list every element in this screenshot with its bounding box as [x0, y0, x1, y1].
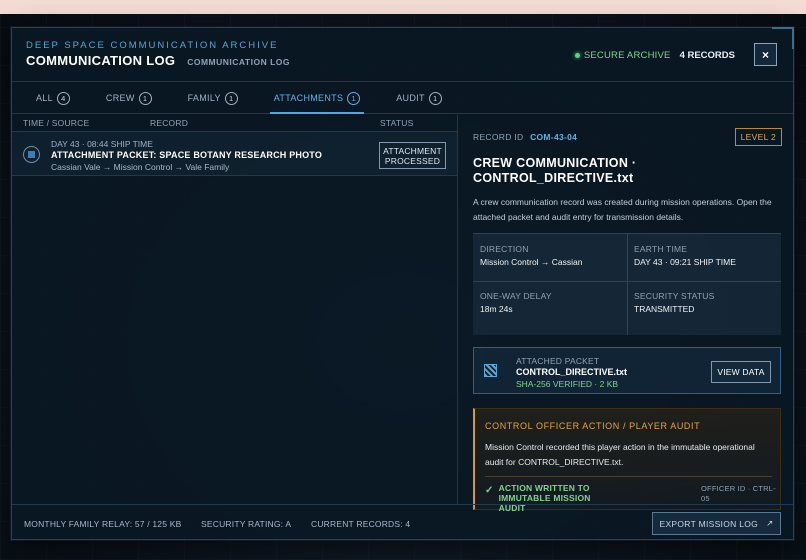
file-icon [484, 364, 497, 377]
tab-audit-label: AUDIT [396, 93, 425, 103]
window-header: DEEP SPACE COMMUNICATION ARCHIVE COMMUNI… [12, 28, 793, 82]
attached-packet: ATTACHED PACKET CONTROL_DIRECTIVE.txt SH… [473, 347, 781, 394]
packet-label: ATTACHED PACKET [516, 356, 600, 366]
close-button[interactable]: × [754, 43, 777, 66]
field-one-way-delay: ONE-WAY DELAY 18m 24s [473, 281, 627, 318]
record-list-header: TIME / SOURCE RECORD STATUS [12, 115, 457, 132]
packet-filename: CONTROL_DIRECTIVE.txt [516, 367, 628, 377]
field-earth-time: EARTH TIME DAY 43 · 09:21 SHIP TIME [627, 234, 781, 271]
communication-log-window: DEEP SPACE COMMUNICATION ARCHIVE COMMUNI… [11, 27, 794, 540]
column-status: STATUS [380, 118, 414, 128]
field-security-status: SECURITY STATUS TRANSMITTED [627, 281, 781, 318]
table-row[interactable]: DAY 43 · 08:44 SHIP TIME ATTACHMENT PACK… [12, 132, 457, 176]
level-badge: LEVEL 2 [734, 128, 782, 146]
field-value: Mission Control → Cassian [480, 257, 583, 267]
officer-audit-panel: CONTROL OFFICER ACTION / PLAYER AUDIT Mi… [473, 408, 781, 513]
field-direction: DIRECTION Mission Control → Cassian [473, 234, 627, 271]
page-subtitle: COMMUNICATION LOG [187, 57, 290, 67]
tab-all[interactable]: ALL 4 [36, 83, 70, 113]
field-label: EARTH TIME [634, 244, 688, 254]
column-record: RECORD [150, 118, 189, 128]
page-title: COMMUNICATION LOG COMMUNICATION LOG [26, 53, 290, 68]
current-records: CURRENT RECORDS: 4 [311, 519, 411, 529]
row-select-icon[interactable] [23, 146, 40, 163]
records-count: 4 RECORDS [679, 50, 735, 61]
detail-fields: DIRECTION Mission Control → Cassian EART… [473, 233, 781, 335]
external-link-icon: ↗ [766, 518, 774, 528]
tab-attachments-label: ATTACHMENTS [273, 93, 344, 103]
view-data-button[interactable]: VIEW DATA [711, 361, 771, 383]
status-dot-icon [574, 53, 580, 58]
tab-audit[interactable]: AUDIT 1 [396, 83, 442, 113]
detail-description: A crew communication record was created … [473, 197, 772, 222]
page-title-text: COMMUNICATION LOG [26, 53, 176, 68]
tab-family-label: FAMILY [187, 93, 221, 103]
row-time: DAY 43 · 08:44 SHIP TIME [51, 139, 153, 149]
tab-crew-count: 1 [138, 91, 152, 105]
tab-all-label: ALL [36, 93, 53, 103]
record-id-value: COM-43-04 [530, 132, 578, 142]
security-rating: SECURITY RATING: A [201, 519, 292, 529]
tab-family[interactable]: FAMILY 1 [188, 83, 238, 113]
secure-archive-status: SECURE ARCHIVE 4 RECORDS [574, 50, 735, 61]
relay-usage: MONTHLY FAMILY RELAY: 57 / 125 KB [24, 519, 182, 529]
export-label: EXPORT MISSION LOG [659, 518, 759, 529]
officer-text: Mission Control recorded this player act… [485, 442, 755, 467]
row-route: Cassian Vale → Mission Control → Vale Fa… [51, 162, 230, 172]
status-badge: ATTACHMENT PROCESSED [379, 142, 446, 169]
tab-crew-label: CREW [105, 93, 135, 103]
record-id-label: RECORD ID [473, 132, 524, 142]
field-label: ONE-WAY DELAY [480, 291, 552, 301]
officer-heading: CONTROL OFFICER ACTION / PLAYER AUDIT [485, 421, 701, 431]
packet-verification: SHA-256 VERIFIED · 2 KB [516, 379, 619, 389]
top-strip [0, 0, 806, 14]
record-detail: RECORD ID COM-43-04 LEVEL 2 CREW COMMUNI… [459, 115, 794, 513]
tab-attachments-count: 1 [347, 91, 361, 105]
tab-all-count: 4 [56, 91, 70, 105]
filter-tabs: ALL 4 CREW 1 FAMILY 1 ATTACHMENTS 1 AUDI… [12, 83, 793, 114]
record-list: TIME / SOURCE RECORD STATUS DAY 43 · 08:… [12, 115, 458, 504]
archive-label: DEEP SPACE COMMUNICATION ARCHIVE [26, 40, 279, 51]
field-label: SECURITY STATUS [634, 291, 715, 301]
export-mission-log-button[interactable]: EXPORT MISSION LOG ↗ [652, 512, 781, 535]
tab-family-count: 1 [224, 91, 238, 105]
field-label: DIRECTION [480, 244, 529, 254]
detail-title: CREW COMMUNICATION · CONTROL_DIRECTIVE.t… [473, 156, 637, 185]
tab-crew[interactable]: CREW 1 [106, 83, 152, 113]
row-title: ATTACHMENT PACKET: SPACE BOTANY RESEARCH… [51, 150, 323, 160]
divider [485, 476, 772, 477]
field-value: 18m 24s [480, 304, 513, 314]
tab-attachments[interactable]: ATTACHMENTS 1 [269, 83, 365, 114]
secure-archive-label: SECURE ARCHIVE [583, 50, 671, 61]
field-value: DAY 43 · 09:21 SHIP TIME [634, 257, 736, 267]
status-line-2: PROCESSED [384, 156, 441, 166]
column-time-source: TIME / SOURCE [23, 118, 90, 128]
record-id: RECORD ID COM-43-04 [473, 132, 577, 142]
tab-audit-count: 1 [428, 91, 442, 105]
window-footer: MONTHLY FAMILY RELAY: 57 / 125 KB SECURI… [12, 504, 793, 540]
officer-id: OFFICER ID · CTRL-05 [701, 484, 776, 503]
field-value: TRANSMITTED [634, 304, 695, 314]
status-line-1: ATTACHMENT [383, 146, 442, 156]
